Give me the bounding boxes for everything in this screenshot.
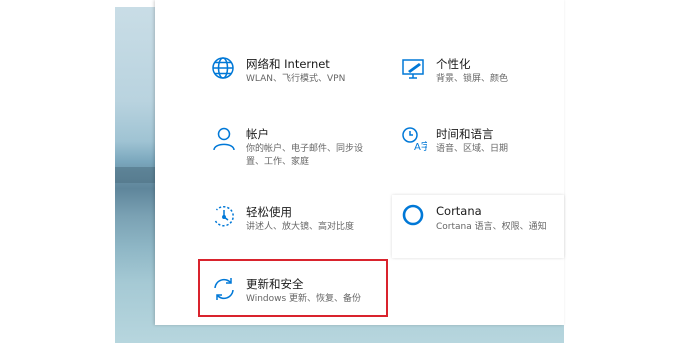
tile-description: Cortana 语言、权限、通知 [436, 222, 547, 232]
tile-title: 帐户 [246, 127, 269, 141]
tile-description: WLAN、飞行模式、VPN [246, 74, 346, 84]
tile-title: 网络和 Internet [246, 57, 330, 71]
tile-description: 讲述人、放大镜、高对比度 [246, 222, 355, 232]
tile-ease-of-access[interactable]: 轻松使用 讲述人、放大镜、高对比度 [211, 204, 381, 254]
svg-text:A字: A字 [414, 140, 427, 152]
tile-personalization[interactable]: 个性化 背景、锁屏、颜色 [401, 56, 571, 106]
ease-of-access-icon [211, 204, 237, 230]
tile-description: 语音、区域、日期 [436, 144, 509, 154]
highlight-box [198, 259, 388, 317]
cutoff-text-right: ·· ·· ·· ·· [436, 0, 485, 6]
time-language-icon: A字 [401, 126, 427, 152]
globe-icon [211, 56, 237, 82]
wallpaper-shoreline [115, 167, 160, 183]
tile-title: 轻松使用 [246, 205, 292, 219]
tile-description: 你的帐户、电子邮件、同步设置、工作、家庭 [246, 144, 364, 167]
person-icon [211, 126, 237, 152]
personalization-icon [401, 56, 427, 82]
cutoff-text-left: ·· ·· ·· ·· [246, 0, 295, 6]
tile-title: 个性化 [436, 57, 471, 71]
cortana-icon [401, 204, 427, 230]
tile-accounts[interactable]: 帐户 你的帐户、电子邮件、同步设置、工作、家庭 [211, 126, 381, 176]
tile-network-internet[interactable]: 网络和 Internet WLAN、飞行模式、VPN [211, 56, 381, 106]
tile-cortana[interactable]: Cortana Cortana 语言、权限、通知 [401, 204, 571, 254]
tile-title: 时间和语言 [436, 127, 494, 141]
tile-description: 背景、锁屏、颜色 [436, 74, 509, 84]
tile-time-language[interactable]: A字 时间和语言 语音、区域、日期 [401, 126, 571, 176]
tile-title: Cortana [436, 204, 482, 218]
